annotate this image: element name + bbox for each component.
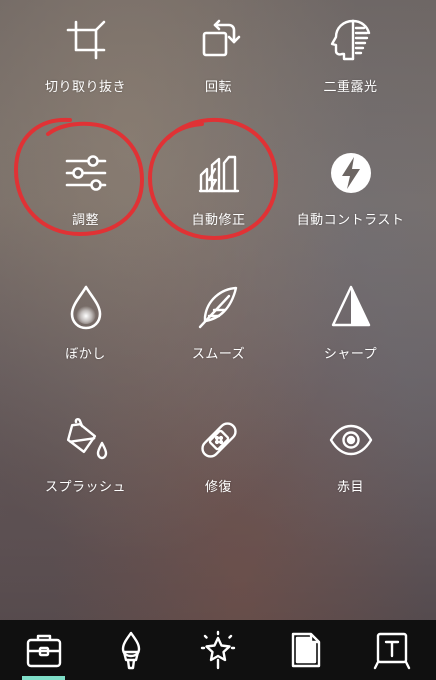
tool-adjust[interactable]: 調整 [13, 133, 158, 253]
tab-tools[interactable] [0, 620, 87, 680]
bandage-icon [200, 422, 237, 458]
crop-icon [66, 20, 105, 60]
tool-crop[interactable]: 切り取り抜き [13, 0, 158, 120]
feather-icon [198, 286, 237, 329]
sticker-icon [292, 632, 321, 668]
tool-label: 切り取り抜き [44, 80, 126, 95]
tool-sharpen[interactable]: シャープ [278, 267, 423, 387]
drop-icon [70, 285, 101, 330]
tool-auto-contrast[interactable]: 自動コントラスト [278, 133, 423, 253]
tool-rotate[interactable]: 回転 [146, 0, 291, 120]
tool-label: 自動コントラスト [296, 213, 405, 228]
magic-star-icon [200, 630, 236, 670]
tool-smooth[interactable]: スムーズ [146, 267, 291, 387]
lightning-icon [330, 153, 371, 193]
tab-sticker[interactable] [262, 620, 349, 680]
toolbox-icon [26, 634, 61, 668]
tool-label: ぼかし [65, 347, 106, 362]
sliders-icon [65, 155, 106, 191]
double-exposure-icon [330, 19, 370, 61]
tool-label: 自動修正 [191, 213, 246, 228]
eye-icon [329, 424, 372, 456]
tool-red-eye[interactable]: 赤目 [278, 400, 423, 520]
tool-label: スプラッシュ [44, 480, 126, 495]
tool-label: 二重露光 [323, 80, 378, 95]
triangle-icon [331, 285, 370, 327]
tool-label: シャープ [323, 347, 378, 362]
brush-icon [121, 631, 140, 670]
active-tab-indicator [22, 676, 66, 680]
tool-label: 修復 [204, 480, 232, 495]
tool-blur[interactable]: ぼかし [13, 267, 158, 387]
tool-auto-fix[interactable]: 自動修正 [146, 133, 291, 253]
tab-text[interactable] [349, 620, 436, 680]
tool-label: 調整 [71, 213, 99, 228]
tools-screen: 切り取り抜き 回転 二重露光 調整 自動修正 自動コントラスト ぼかし スムーズ… [0, 0, 436, 680]
tool-repair[interactable]: 修復 [146, 400, 291, 520]
tab-effects[interactable] [174, 620, 261, 680]
auto-fix-icon [198, 155, 239, 193]
tool-label: 回転 [204, 80, 232, 95]
tool-label: 赤目 [336, 480, 364, 495]
tool-splash[interactable]: スプラッシュ [13, 400, 158, 520]
tool-label: スムーズ [191, 347, 246, 362]
bottom-tab-bar [0, 620, 436, 680]
tool-double-exposure[interactable]: 二重露光 [278, 0, 423, 120]
tab-brush[interactable] [87, 620, 174, 680]
rotate-icon [202, 19, 240, 57]
text-icon [374, 632, 411, 670]
paint-bucket-icon [66, 418, 107, 460]
